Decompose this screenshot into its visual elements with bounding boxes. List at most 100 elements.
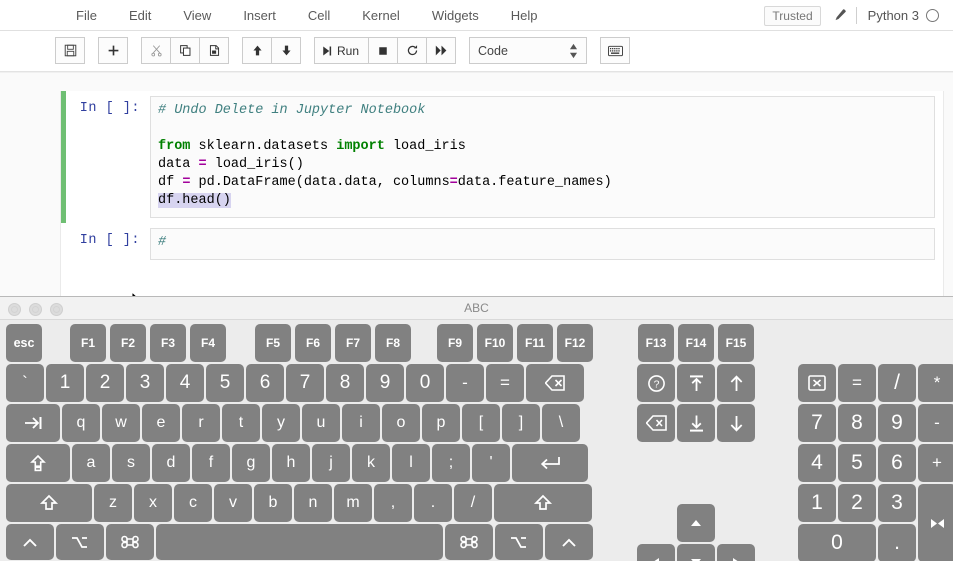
key-numpad-minus[interactable]: - [918,404,953,442]
key-comma[interactable]: , [374,484,412,522]
key-5[interactable]: 5 [206,364,244,402]
key-m[interactable]: m [334,484,372,522]
key-f3[interactable]: F3 [150,324,186,362]
key-0[interactable]: 0 [406,364,444,402]
key-numpad-6[interactable]: 6 [878,444,916,482]
restart-and-run-all-button[interactable] [426,37,457,64]
key-quote[interactable]: ' [472,444,510,482]
key-numpad-2[interactable]: 2 [838,484,876,522]
key-numpad-4[interactable]: 4 [798,444,836,482]
key-9[interactable]: 9 [366,364,404,402]
pencil-icon[interactable] [832,8,847,23]
key-7[interactable]: 7 [286,364,324,402]
key-j[interactable]: j [312,444,350,482]
key-f15[interactable]: F15 [718,324,754,362]
notebook-cell[interactable]: In [ ]: # Undo Delete in Jupyter Notebook… [61,91,943,223]
key-s[interactable]: s [112,444,150,482]
key-numpad-9[interactable]: 9 [878,404,916,442]
menu-item-insert[interactable]: Insert [227,0,292,31]
key-slash[interactable]: / [454,484,492,522]
key-z[interactable]: z [94,484,132,522]
key-bracket-right[interactable]: ] [502,404,540,442]
key-backtick[interactable]: ` [6,364,44,402]
key-numpad-1[interactable]: 1 [798,484,836,522]
key-f8[interactable]: F8 [375,324,411,362]
run-button[interactable]: Run [314,37,370,64]
key-shift-right[interactable] [494,484,592,522]
key-backspace[interactable] [526,364,584,402]
key-numpad-plus[interactable]: + [918,444,953,482]
key-return[interactable] [512,444,588,482]
key-d[interactable]: d [152,444,190,482]
key-arrow-up[interactable] [717,364,755,402]
paste-button[interactable] [199,37,229,64]
key-8[interactable]: 8 [326,364,364,402]
key-2[interactable]: 2 [86,364,124,402]
key-3[interactable]: 3 [126,364,164,402]
key-numpad-3[interactable]: 3 [878,484,916,522]
key-k[interactable]: k [352,444,390,482]
key-backslash[interactable]: \ [542,404,580,442]
key-y[interactable]: y [262,404,300,442]
key-4[interactable]: 4 [166,364,204,402]
key-arrow-left[interactable] [637,544,675,561]
key-e[interactable]: e [142,404,180,442]
key-numpad-clear[interactable] [798,364,836,402]
key-tab[interactable] [6,404,60,442]
key-f4[interactable]: F4 [190,324,226,362]
key-arrow-down-small[interactable] [677,544,715,561]
key-capslock[interactable] [6,444,70,482]
menu-item-view[interactable]: View [167,0,227,31]
key-semicolon[interactable]: ; [432,444,470,482]
key-q[interactable]: q [62,404,100,442]
cell-type-select[interactable]: Code [469,37,588,64]
menu-item-edit[interactable]: Edit [113,0,167,31]
key-u[interactable]: u [302,404,340,442]
key-f11[interactable]: F11 [517,324,553,362]
key-r[interactable]: r [182,404,220,442]
menu-item-cell[interactable]: Cell [292,0,346,31]
key-help[interactable]: ? [637,364,675,402]
key-numpad-period[interactable]: . [878,524,916,561]
key-1[interactable]: 1 [46,364,84,402]
notebook-cell[interactable]: In [ ]: # [61,223,943,265]
key-f6[interactable]: F6 [295,324,331,362]
key-space[interactable] [156,524,443,560]
trusted-badge[interactable]: Trusted [764,5,821,26]
menu-item-file[interactable]: File [60,0,113,31]
key-n[interactable]: n [294,484,332,522]
key-esc[interactable]: esc [6,324,42,362]
key-x[interactable]: x [134,484,172,522]
key-shift-left[interactable] [6,484,92,522]
key-control-left[interactable] [6,524,54,560]
cut-button[interactable] [141,37,171,64]
key-arrow-right[interactable] [717,544,755,561]
key-p[interactable]: p [422,404,460,442]
key-f2[interactable]: F2 [110,324,146,362]
key-equal[interactable]: = [486,364,524,402]
cell-editor[interactable]: # Undo Delete in Jupyter Notebook from s… [150,96,935,218]
key-option-left[interactable] [56,524,104,560]
key-f5[interactable]: F5 [255,324,291,362]
key-f1[interactable]: F1 [70,324,106,362]
interrupt-kernel-button[interactable] [368,37,399,64]
key-forward-delete[interactable] [637,404,675,442]
key-bracket-left[interactable]: [ [462,404,500,442]
key-page-up[interactable] [677,364,715,402]
key-numpad-8[interactable]: 8 [838,404,876,442]
key-numpad-divide[interactable]: / [878,364,916,402]
key-t[interactable]: t [222,404,260,442]
key-option-right[interactable] [495,524,543,560]
key-f7[interactable]: F7 [335,324,371,362]
open-command-palette-button[interactable] [600,37,631,64]
key-b[interactable]: b [254,484,292,522]
key-numpad-enter[interactable] [918,484,953,561]
key-page-down[interactable] [677,404,715,442]
restart-kernel-button[interactable] [397,37,428,64]
key-arrow-down[interactable] [717,404,755,442]
key-l[interactable]: l [392,444,430,482]
key-f[interactable]: f [192,444,230,482]
key-command-right[interactable] [445,524,493,560]
key-v[interactable]: v [214,484,252,522]
key-a[interactable]: a [72,444,110,482]
